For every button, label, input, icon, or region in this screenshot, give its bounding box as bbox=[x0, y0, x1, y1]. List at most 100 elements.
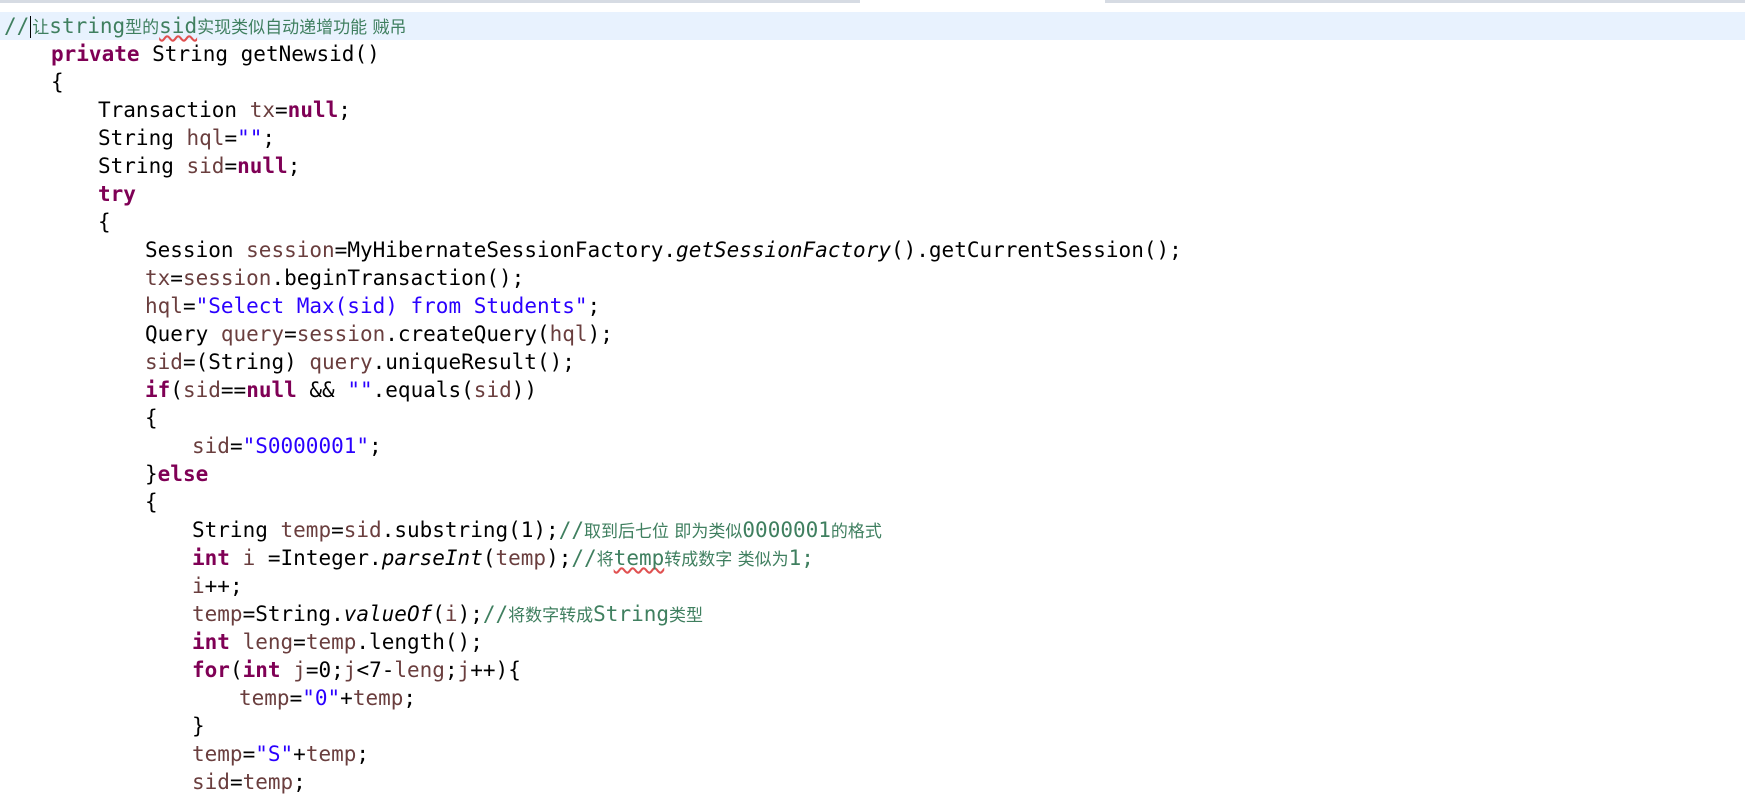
code-token: 型的 bbox=[125, 18, 160, 38]
code-token: .uniqueResult(); bbox=[372, 350, 575, 374]
code-token: String bbox=[98, 126, 187, 150]
code-token: session bbox=[296, 322, 386, 346]
code-token: ; bbox=[587, 294, 601, 318]
code-token: ().getCurrentSession(); bbox=[890, 238, 1182, 262]
code-line[interactable]: { bbox=[0, 68, 1745, 96]
code-line[interactable]: hql="Select Max(sid) from Students"; bbox=[0, 292, 1745, 320]
code-token: null bbox=[287, 98, 339, 122]
code-token: leng bbox=[394, 658, 445, 682]
code-token: try bbox=[98, 182, 136, 206]
code-token: = bbox=[224, 126, 238, 150]
code-token: hql bbox=[549, 322, 588, 346]
code-token: private bbox=[51, 42, 140, 66]
code-line[interactable]: int leng=temp.length(); bbox=[0, 628, 1745, 656]
code-editor[interactable]: //让string型的sid实现类似自动递增功能 贼吊 private Strin… bbox=[0, 0, 1745, 799]
code-token: .substring(1); bbox=[381, 518, 559, 542]
code-line[interactable]: //让string型的sid实现类似自动递增功能 贼吊 bbox=[0, 12, 1745, 40]
code-token: } bbox=[192, 714, 205, 738]
code-token: sid bbox=[186, 154, 225, 178]
code-token: ); bbox=[587, 322, 613, 346]
code-token: session bbox=[182, 266, 272, 290]
code-token: for bbox=[192, 658, 230, 682]
code-token: = bbox=[242, 742, 256, 766]
code-line[interactable]: { bbox=[0, 404, 1745, 432]
code-token: int bbox=[192, 546, 230, 570]
code-token: ; bbox=[369, 434, 382, 458]
code-token: sid bbox=[145, 350, 183, 374]
code-token: i bbox=[444, 602, 458, 626]
code-token: + bbox=[340, 686, 353, 710]
code-line[interactable]: for(int j=0;j<7-leng;j++){ bbox=[0, 656, 1745, 684]
code-token: temp bbox=[280, 518, 332, 542]
code-line[interactable]: String temp=sid.substring(1);//取到后七位 即为类… bbox=[0, 516, 1745, 544]
code-token: ; bbox=[293, 770, 306, 794]
code-line[interactable]: i++; bbox=[0, 572, 1745, 600]
code-token: = bbox=[229, 770, 243, 794]
code-line[interactable]: sid=temp; bbox=[0, 768, 1745, 796]
code-token: "Select Max(sid) from Students" bbox=[195, 294, 588, 318]
code-token: 的格式 bbox=[830, 522, 882, 542]
code-token: { bbox=[145, 406, 158, 430]
code-token: getSessionFactory bbox=[676, 238, 891, 262]
code-line[interactable]: } bbox=[0, 712, 1745, 740]
code-line[interactable]: private String getNewsid() bbox=[0, 40, 1745, 68]
code-token: else bbox=[157, 462, 209, 486]
code-token: ( bbox=[170, 378, 183, 402]
code-token: sid bbox=[473, 378, 512, 402]
code-line[interactable]: if(sid==null && "".equals(sid)) bbox=[0, 376, 1745, 404]
code-line[interactable]: sid=(String) query.uniqueResult(); bbox=[0, 348, 1745, 376]
code-line[interactable]: tx=session.beginTransaction(); bbox=[0, 264, 1745, 292]
tab-strip-segment bbox=[1105, 0, 1745, 3]
code-token: .beginTransaction(); bbox=[271, 266, 525, 290]
code-token: =(String) bbox=[182, 350, 310, 374]
code-token: ; bbox=[356, 742, 370, 766]
code-line[interactable]: Session session=MyHibernateSessionFactor… bbox=[0, 236, 1745, 264]
code-line[interactable]: String hql=""; bbox=[0, 124, 1745, 152]
code-token: = bbox=[224, 154, 238, 178]
code-token: tx bbox=[145, 266, 171, 290]
code-token: temp bbox=[352, 686, 404, 710]
code-token: // bbox=[571, 546, 597, 570]
code-token: { bbox=[98, 210, 111, 234]
code-token: && bbox=[296, 378, 348, 402]
code-token: 取到后七位 即为类似 bbox=[584, 522, 743, 542]
code-token: =0; bbox=[305, 658, 344, 682]
code-token: temp bbox=[239, 686, 290, 710]
code-token: ; bbox=[287, 154, 301, 178]
code-token: String getNewsid() bbox=[139, 42, 380, 66]
code-area[interactable]: //让string型的sid实现类似自动递增功能 贼吊 private Strin… bbox=[0, 12, 1745, 796]
code-line[interactable]: temp=String.valueOf(i);//将数字转成String类型 bbox=[0, 600, 1745, 628]
code-line[interactable]: temp="0"+temp; bbox=[0, 684, 1745, 712]
code-line[interactable]: int i =Integer.parseInt(temp);//将temp转成数… bbox=[0, 544, 1745, 572]
code-line[interactable]: { bbox=[0, 208, 1745, 236]
code-token: sid bbox=[343, 518, 382, 542]
code-token: query bbox=[309, 350, 373, 374]
code-line[interactable]: sid="S0000001"; bbox=[0, 432, 1745, 460]
code-line[interactable]: try bbox=[0, 180, 1745, 208]
code-token: sid bbox=[192, 770, 230, 794]
code-line[interactable]: temp="S"+temp; bbox=[0, 740, 1745, 768]
code-line[interactable]: Transaction tx=null; bbox=[0, 96, 1745, 124]
code-token: } bbox=[145, 462, 158, 486]
code-line[interactable]: String sid=null; bbox=[0, 152, 1745, 180]
code-token: temp bbox=[305, 630, 357, 654]
code-token: ; bbox=[338, 98, 351, 122]
code-token: = bbox=[331, 518, 344, 542]
code-token: 类型 bbox=[669, 606, 704, 626]
code-token: j bbox=[457, 658, 471, 682]
code-line[interactable]: { bbox=[0, 488, 1745, 516]
code-token: String bbox=[98, 154, 187, 178]
code-token: int bbox=[192, 630, 230, 654]
code-token: sid bbox=[182, 378, 221, 402]
code-token: Query bbox=[145, 322, 221, 346]
code-token: 转成数字 类似为 bbox=[664, 550, 789, 570]
code-token: Transaction bbox=[98, 98, 250, 122]
code-token: j bbox=[343, 658, 357, 682]
code-token: leng bbox=[242, 630, 294, 654]
editor-top-strip bbox=[0, 0, 1745, 4]
code-token: sid bbox=[192, 434, 230, 458]
code-token: == bbox=[220, 378, 247, 402]
code-line[interactable]: }else bbox=[0, 460, 1745, 488]
code-line[interactable]: Query query=session.createQuery(hql); bbox=[0, 320, 1745, 348]
